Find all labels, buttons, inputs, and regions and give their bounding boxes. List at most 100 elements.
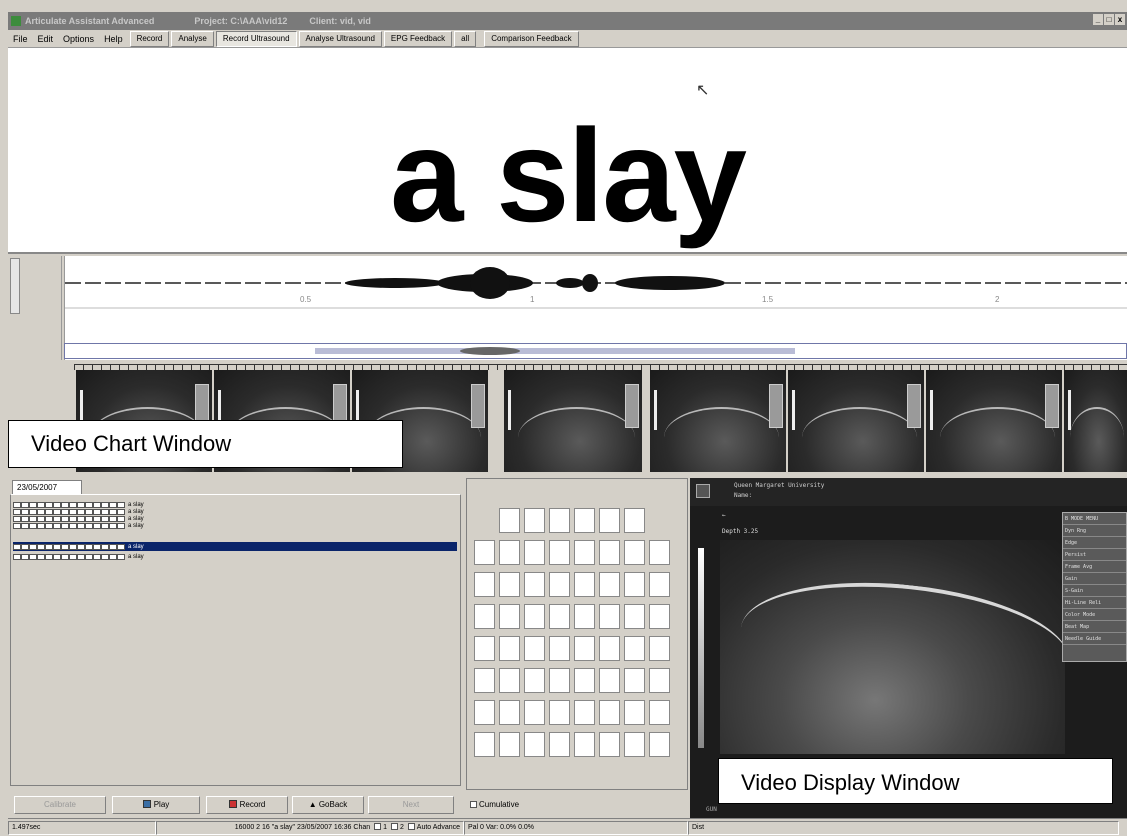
calibrate-button[interactable]: Calibrate bbox=[14, 796, 106, 814]
bmode-menu-item: Needle Guide bbox=[1063, 633, 1126, 645]
epg-electrode-cell bbox=[574, 540, 595, 565]
epg-electrode-cell bbox=[624, 668, 645, 693]
tab-epg-feedback[interactable]: EPG Feedback bbox=[383, 30, 453, 47]
waveform-overview-bar[interactable] bbox=[64, 343, 1127, 359]
recording-row[interactable]: a slay bbox=[13, 516, 144, 522]
ultrasound-frame[interactable] bbox=[788, 370, 924, 472]
ultrasound-frame[interactable] bbox=[650, 370, 786, 472]
maximize-button[interactable]: □ bbox=[1104, 14, 1114, 25]
epg-electrode-cell bbox=[649, 636, 670, 661]
window-title: Articulate Assistant Advanced bbox=[25, 16, 155, 26]
chan-2-label: 2 bbox=[399, 823, 404, 831]
waveform-zoom-buttons[interactable] bbox=[10, 258, 20, 314]
menu-file[interactable]: File bbox=[13, 34, 28, 44]
recording-label: a slay bbox=[128, 554, 144, 560]
overview-selection bbox=[315, 348, 795, 354]
recording-row[interactable]: a slay bbox=[13, 509, 144, 515]
epg-electrode-cell bbox=[524, 636, 545, 661]
menu-help[interactable]: Help bbox=[104, 34, 123, 44]
epg-electrode-cell bbox=[549, 540, 570, 565]
chan-2-radio[interactable] bbox=[390, 822, 398, 830]
ultrasound-frame[interactable] bbox=[504, 370, 642, 472]
recording-status-cells bbox=[13, 509, 125, 515]
date-tab[interactable]: 23/05/2007 bbox=[12, 480, 82, 495]
epg-electrode-cell bbox=[474, 636, 495, 661]
cumulative-checkbox[interactable] bbox=[470, 801, 477, 808]
waveform-burst-1 bbox=[345, 267, 533, 299]
status-time: 1.497sec bbox=[8, 820, 156, 835]
recording-label: a slay bbox=[128, 516, 144, 522]
epg-electrode-cell bbox=[474, 604, 495, 629]
epg-electrode-cell bbox=[549, 636, 570, 661]
epg-electrode-cell bbox=[549, 572, 570, 597]
epg-electrode-cell bbox=[649, 700, 670, 725]
next-button[interactable]: Next bbox=[368, 796, 454, 814]
auto-advance-checkbox[interactable] bbox=[407, 822, 415, 830]
epg-electrode-cell bbox=[599, 572, 620, 597]
menu-edit[interactable]: Edit bbox=[38, 34, 54, 44]
bmode-menu-item: Persist bbox=[1063, 549, 1126, 561]
ultrasound-frame[interactable] bbox=[926, 370, 1062, 472]
bmode-menu-item: Color Mode bbox=[1063, 609, 1126, 621]
epg-electrode-cell bbox=[599, 668, 620, 693]
record-button[interactable]: Record bbox=[206, 796, 288, 814]
bmode-menu-item: Beat Map bbox=[1063, 621, 1126, 633]
epg-electrode-cell bbox=[524, 732, 545, 757]
epg-electrode-cell bbox=[599, 636, 620, 661]
epg-electrode-cell bbox=[499, 604, 520, 629]
epg-electrode-cell bbox=[624, 636, 645, 661]
epg-electrode-cell bbox=[574, 508, 595, 533]
recording-row-selected[interactable]: a slay bbox=[13, 542, 457, 551]
grayscale-bar bbox=[698, 548, 704, 748]
epg-electrode-cell bbox=[624, 508, 645, 533]
epg-electrode-cell bbox=[599, 540, 620, 565]
app-icon bbox=[11, 16, 21, 26]
epg-electrode-cell bbox=[599, 508, 620, 533]
goback-button[interactable]: ▲ GoBack bbox=[292, 796, 364, 814]
tab-all[interactable]: all bbox=[454, 30, 477, 47]
ultrasound-frame[interactable] bbox=[1064, 370, 1127, 472]
video-display-footer: GUN bbox=[706, 806, 717, 813]
prompt-word: a slay bbox=[390, 102, 747, 249]
recording-row[interactable]: a slay bbox=[13, 554, 144, 560]
recording-row[interactable]: a slay bbox=[13, 523, 144, 529]
epg-electrode-cell bbox=[499, 732, 520, 757]
waveform-tick-label: 1 bbox=[530, 295, 535, 304]
minimize-button[interactable]: _ bbox=[1093, 14, 1103, 25]
epg-electrode-cell bbox=[574, 732, 595, 757]
play-button[interactable]: Play bbox=[112, 796, 200, 814]
waveform-tick-label: 1.5 bbox=[762, 295, 774, 304]
cumulative-option[interactable]: Cumulative bbox=[468, 800, 519, 809]
close-button[interactable]: x bbox=[1115, 14, 1125, 25]
epg-electrode-cell bbox=[499, 636, 520, 661]
epg-electrode-cell bbox=[474, 540, 495, 565]
chan-1-radio[interactable] bbox=[374, 822, 382, 830]
bmode-menu: B MODE MENU Dyn Rng Edge Persist Frame A… bbox=[1062, 512, 1127, 662]
recording-status-cells bbox=[13, 543, 125, 550]
tab-record[interactable]: Record bbox=[129, 30, 170, 47]
epg-electrode-cell bbox=[574, 700, 595, 725]
menu-options[interactable]: Options bbox=[63, 34, 94, 44]
tab-analyse-ultrasound[interactable]: Analyse Ultrasound bbox=[298, 30, 382, 47]
tab-comparison-feedback[interactable]: Comparison Feedback bbox=[484, 30, 579, 47]
recording-row[interactable]: a slay bbox=[13, 502, 144, 508]
auto-advance-label: Auto Advance bbox=[416, 823, 460, 831]
tab-record-ultrasound[interactable]: Record Ultrasound bbox=[215, 30, 297, 47]
recording-status-cells bbox=[13, 554, 125, 560]
waveform-burst-2 bbox=[556, 274, 725, 292]
epg-electrode-cell bbox=[649, 572, 670, 597]
epg-electrode-cell bbox=[624, 572, 645, 597]
epg-electrode-cell bbox=[599, 732, 620, 757]
video-display-name-label: Name: bbox=[734, 492, 753, 499]
bmode-menu-item: S-Gain bbox=[1063, 585, 1126, 597]
up-triangle-icon: ▲ bbox=[308, 800, 319, 809]
bmode-menu-item: Hi-Line Reli bbox=[1063, 597, 1126, 609]
tab-analyse[interactable]: Analyse bbox=[171, 30, 214, 47]
epg-electrode-cell bbox=[524, 572, 545, 597]
epg-electrode-cell bbox=[649, 604, 670, 629]
epg-electrode-cell bbox=[474, 668, 495, 693]
overview-svg bbox=[315, 347, 795, 355]
epg-electrode-cell bbox=[574, 604, 595, 629]
bmode-menu-item: B MODE MENU bbox=[1063, 513, 1126, 525]
arrow-left-icon: ← bbox=[722, 512, 726, 519]
